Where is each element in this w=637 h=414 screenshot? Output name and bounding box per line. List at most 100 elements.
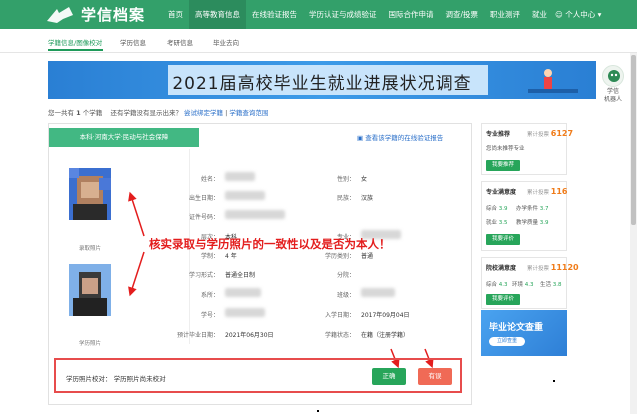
rating-name: 教学质量 <box>516 220 539 226</box>
field-label: 预计毕业日期： <box>176 332 219 339</box>
thesis-check-ad[interactable]: 毕业论文查重 立即查重 <box>481 310 567 356</box>
name-value-redacted <box>225 172 255 181</box>
brand-logo[interactable]: 学信档案 <box>45 4 145 25</box>
vote-count-label: 累计投票 <box>527 132 550 138</box>
nav-home[interactable]: 首页 <box>162 0 189 29</box>
rate-major-button[interactable]: 我要评价 <box>486 234 520 245</box>
vote-count-label: 累计投票 <box>527 266 550 272</box>
nav-higher-education[interactable]: 高等教育信息 <box>189 0 246 29</box>
nav-survey[interactable]: 调查/投票 <box>440 0 485 29</box>
subnav-degree[interactable]: 学历信息 <box>120 37 146 47</box>
subnav-graduation-destination[interactable]: 毕业去向 <box>213 37 239 47</box>
rating-score: 3.8 <box>552 282 562 288</box>
nav-online-report[interactable]: 在线验证报告 <box>246 0 303 29</box>
field-label: 证件号码： <box>188 214 219 221</box>
ad-button[interactable]: 立即查重 <box>489 337 525 346</box>
incorrect-button[interactable]: 有误 <box>418 368 452 385</box>
student-id-redacted <box>225 308 265 317</box>
rating-name: 环境 <box>512 282 524 288</box>
stray-dot <box>317 410 319 412</box>
robot-assistant-icon[interactable] <box>602 65 624 87</box>
survey-banner[interactable]: 2021届高校毕业生就业进展状况调查 <box>48 61 596 99</box>
field-label: 出生日期： <box>188 195 219 202</box>
card-title: 专业推荐 <box>486 131 511 138</box>
logo-icon <box>45 5 75 25</box>
user-center-label: 个人中心 ▾ <box>565 10 602 19</box>
user-icon: ☺ <box>555 10 566 19</box>
field-label: 班级： <box>336 292 355 299</box>
subnav-status-photo[interactable]: 学籍信息/图像校对 <box>48 37 102 47</box>
rating-name: 就业 <box>486 220 498 226</box>
birth-date-redacted <box>225 191 265 200</box>
rating-score: 3.9 <box>539 220 549 226</box>
separator: | <box>225 109 228 117</box>
department-redacted <box>225 288 261 297</box>
banner-illustration <box>528 69 578 93</box>
rating-item: 生活 3.8 <box>540 280 562 288</box>
ad-title: 毕业论文查重 <box>489 323 544 333</box>
user-center-menu[interactable]: ☺ 个人中心 ▾ <box>555 0 601 29</box>
field-value: 普通全日制 <box>225 272 256 279</box>
field-label: 民族： <box>336 195 355 202</box>
count-suffix: 个学籍 <box>82 109 103 117</box>
field-label: 入学日期： <box>324 312 355 319</box>
field-label: 姓名： <box>200 176 219 183</box>
sub-nav: 学籍信息/图像校对 学历信息 考研信息 毕业去向 <box>0 29 637 53</box>
vote-count: 累计投票 11120 <box>527 263 579 272</box>
vote-count-value: 116 <box>550 187 568 196</box>
field-label: 学籍状态： <box>324 332 355 339</box>
vote-count: 累计投票 116 <box>527 187 567 196</box>
bind-status-link[interactable]: 尝试绑定学籍 <box>184 109 223 117</box>
card-title: 院校满意度 <box>486 265 517 272</box>
view-report-link[interactable]: ▣ 查看该学籍的在线验证报告 <box>357 132 443 142</box>
nav-career-test[interactable]: 职业测评 <box>484 0 526 29</box>
field-label: 性别： <box>336 176 355 183</box>
vote-count-value: 11120 <box>550 263 579 272</box>
field-label: 分院： <box>336 272 355 279</box>
main-nav: 首页 高等教育信息 在线验证报告 学历认证与成绩验证 国际合作申请 调查/投票 … <box>162 0 553 29</box>
rating-score: 3.9 <box>498 206 508 212</box>
rating-name: 办学条件 <box>516 206 539 212</box>
recommend-button[interactable]: 我要推荐 <box>486 160 520 171</box>
field-value: 4 年 <box>225 253 237 260</box>
field-value: 2017年09月04日 <box>361 312 410 319</box>
admission-photo-caption: 录取照片 <box>78 246 101 252</box>
rate-school-button[interactable]: 我要评价 <box>486 294 520 305</box>
photo-verification-box: 学历照片校对： 学历照片尚未校对 正确 有误 <box>54 358 462 393</box>
rating-item: 办学条件 3.7 <box>516 204 549 212</box>
vote-count: 累计投票 6127 <box>527 129 573 138</box>
degree-photo-caption: 学历照片 <box>78 341 101 347</box>
brand-name: 学信档案 <box>81 6 146 24</box>
field-value: 在籍（注册学籍） <box>361 332 410 339</box>
field-label: 系所： <box>200 292 219 299</box>
banner-title: 2021届高校毕业生就业进展状况调查 <box>172 74 472 94</box>
field-label: 学号： <box>200 312 219 319</box>
rating-score: 4.3 <box>498 282 508 288</box>
rating-name: 综合 <box>486 282 498 288</box>
rating-score: 3.7 <box>539 206 549 212</box>
stray-dot <box>553 380 555 382</box>
rating-item: 综合 4.3 <box>486 280 508 288</box>
scrollbar-thumb[interactable] <box>631 55 636 225</box>
nav-certification[interactable]: 学历认证与成绩验证 <box>303 0 383 29</box>
field-label: 学习形式： <box>188 272 219 279</box>
report-icon: ▣ <box>357 134 366 142</box>
record-tab[interactable]: 本科·河南大学·民动与社会保障 <box>49 128 199 147</box>
count-prefix: 您一共有 <box>48 109 74 117</box>
vote-count-label: 累计投票 <box>527 190 550 196</box>
nav-employment[interactable]: 就业 <box>526 0 553 29</box>
field-label: 学制： <box>200 253 219 260</box>
subnav-postgrad-exam[interactable]: 考研信息 <box>167 37 193 47</box>
class-redacted <box>361 288 395 297</box>
status-scope-link[interactable]: 学籍查询范围 <box>229 109 268 117</box>
admission-photo <box>69 168 111 220</box>
top-navbar: 学信档案 首页 高等教育信息 在线验证报告 学历认证与成绩验证 国际合作申请 调… <box>0 0 637 29</box>
active-tab-indicator <box>48 49 103 51</box>
field-value: 汉族 <box>361 195 374 202</box>
rating-name: 综合 <box>486 206 498 212</box>
correct-button[interactable]: 正确 <box>372 368 406 385</box>
field-value: 2021年06月30日 <box>225 332 274 339</box>
verification-callout: 核实录取与学历照片的一致性以及是否为本人！ <box>149 237 391 251</box>
nav-international[interactable]: 国际合作申请 <box>383 0 440 29</box>
rating-item: 综合 3.9 <box>486 204 508 212</box>
